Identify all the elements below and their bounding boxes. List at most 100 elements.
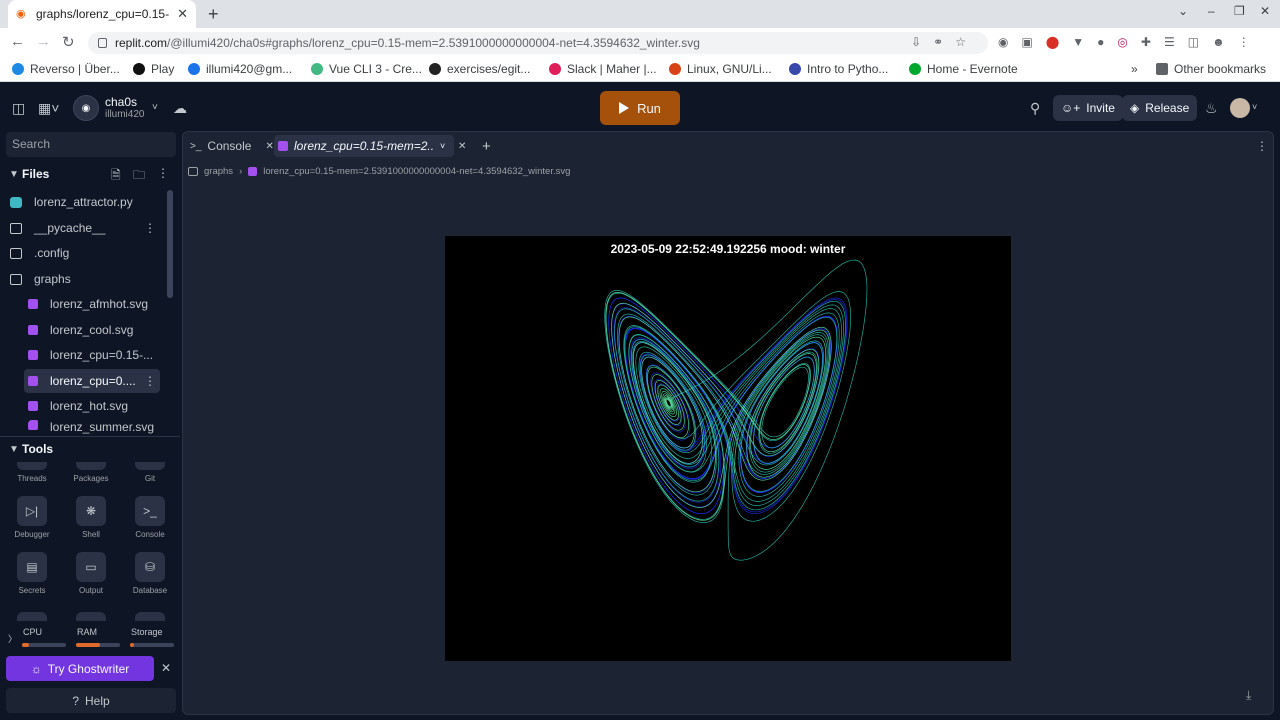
try-ghostwriter-button[interactable]: ☼ Try Ghostwriter bbox=[6, 656, 154, 681]
browser-tab[interactable]: ◉ graphs/lorenz_cpu=0.15- ✕ bbox=[8, 0, 196, 28]
tool-console[interactable]: >_ Console bbox=[130, 496, 170, 539]
new-folder-icon[interactable]: 🗀 bbox=[133, 166, 145, 187]
new-file-icon[interactable]: 🗎 bbox=[111, 166, 121, 187]
forward-icon[interactable]: → bbox=[36, 33, 51, 50]
extension-icon[interactable]: ◉ bbox=[998, 35, 1008, 49]
file-item[interactable]: lorenz_cpu=0.15-... bbox=[28, 343, 160, 367]
run-button[interactable]: Run bbox=[600, 91, 680, 125]
tool-database[interactable]: ⛁ Database bbox=[130, 552, 170, 595]
tool-threads[interactable]: Threads bbox=[12, 462, 52, 483]
tool-output[interactable]: ▭ Output bbox=[71, 552, 111, 595]
maximize-icon[interactable]: ❐ bbox=[1234, 4, 1245, 18]
search-icon[interactable]: ⚲ bbox=[1030, 100, 1040, 117]
cloud-icon: ☁ bbox=[173, 100, 187, 116]
url-path: /@illumi420/cha0s#graphs/lorenz_cpu=0.15… bbox=[167, 36, 700, 50]
tool-more[interactable] bbox=[130, 612, 170, 621]
bookmark-item[interactable]: Reverso | Über... bbox=[12, 62, 120, 76]
extension-icon[interactable]: ◎ bbox=[1117, 35, 1127, 49]
tab-close-icon[interactable]: ✕ bbox=[177, 6, 188, 22]
more-icon[interactable]: ⋮ bbox=[157, 166, 169, 180]
user-avatar[interactable] bbox=[1230, 98, 1250, 118]
file-item[interactable]: lorenz_attractor.py bbox=[10, 190, 164, 214]
bookmark-item[interactable]: Play bbox=[133, 62, 174, 76]
tool-debugger[interactable]: ▷| Debugger bbox=[12, 496, 52, 539]
puzzle-icon[interactable]: ✚ bbox=[1141, 35, 1151, 49]
pane-menu-icon[interactable]: ⋮ bbox=[1256, 135, 1268, 157]
bookmarks-overflow-icon[interactable]: » bbox=[1131, 62, 1138, 76]
file-item[interactable]: lorenz_summer.svg bbox=[28, 420, 160, 434]
file-item[interactable]: lorenz_hot.svg bbox=[28, 394, 160, 418]
tool-packages[interactable]: Packages bbox=[71, 462, 111, 483]
back-icon[interactable]: ← bbox=[10, 33, 25, 50]
invite-button[interactable]: ☺+ Invite bbox=[1053, 95, 1123, 121]
chevron-right-icon[interactable]: 〉 bbox=[8, 632, 17, 645]
other-bookmarks[interactable]: Other bookmarks bbox=[1156, 62, 1266, 76]
chevron-down-icon[interactable]: ˅ bbox=[440, 141, 445, 151]
repl-name[interactable]: cha0s bbox=[105, 95, 137, 109]
tab-search-icon[interactable]: ⌄ bbox=[1178, 4, 1188, 18]
new-tab-icon[interactable]: + bbox=[208, 4, 219, 25]
minimize-icon[interactable]: – bbox=[1208, 4, 1215, 18]
scrollbar[interactable] bbox=[167, 190, 173, 298]
replit-logo-icon[interactable]: ▦˅ bbox=[38, 100, 59, 117]
bookmark-item[interactable]: Intro to Pytho... bbox=[789, 62, 888, 76]
caret-down-icon[interactable]: ▼ bbox=[9, 444, 19, 455]
svg-file-icon bbox=[28, 299, 38, 309]
tool-shell[interactable]: ❋ Shell bbox=[71, 496, 111, 539]
tab-file[interactable]: lorenz_cpu=0.15-mem=2.... ˅ bbox=[274, 135, 454, 157]
download-icon[interactable]: ⤓ bbox=[1246, 688, 1251, 703]
adblock-icon[interactable]: ⬤ bbox=[1046, 35, 1059, 49]
bookmark-icon bbox=[549, 63, 561, 75]
omnibox-actions[interactable]: ⇩⚭☆ bbox=[911, 35, 978, 49]
breadcrumb-folder[interactable]: graphs bbox=[204, 166, 233, 177]
attractor-segment bbox=[670, 259, 868, 561]
close-icon[interactable]: ✕ bbox=[161, 661, 171, 675]
bookmark-item[interactable]: Slack | Maher |... bbox=[549, 62, 657, 76]
share-icon[interactable]: ⚭ bbox=[933, 35, 955, 49]
reload-icon[interactable]: ↻ bbox=[62, 33, 75, 51]
file-item-active[interactable]: lorenz_cpu=0.... ⋮ bbox=[24, 369, 160, 393]
side-panel-icon[interactable]: ◫ bbox=[1188, 35, 1199, 49]
menu-icon[interactable]: ⋮ bbox=[1238, 35, 1250, 49]
bookmark-item[interactable]: Home - Evernote bbox=[909, 62, 1018, 76]
bookmark-star-icon[interactable]: ☆ bbox=[955, 35, 978, 49]
extensions-bar: ◉ ▣ ⬤ ▼ ● ◎ ✚ ☰ ◫ ☻ ⋮ bbox=[998, 35, 1250, 49]
extension-icon[interactable]: ▼ bbox=[1072, 35, 1084, 49]
file-item[interactable]: lorenz_afmhot.svg bbox=[28, 292, 160, 316]
chevron-down-icon[interactable]: ˅ bbox=[1252, 102, 1257, 112]
sidebar-toggle-icon[interactable]: ◫ bbox=[12, 100, 25, 117]
window-close-icon[interactable]: ✕ bbox=[1260, 4, 1270, 18]
repl-avatar[interactable]: ◉ bbox=[73, 95, 99, 121]
bookmark-item[interactable]: exercises/egit... bbox=[429, 62, 530, 76]
chevron-down-icon[interactable]: ˅ bbox=[152, 102, 158, 113]
caret-down-icon[interactable]: ▼ bbox=[9, 169, 19, 180]
tool-more[interactable] bbox=[12, 612, 52, 621]
address-bar[interactable]: replit.com /@illumi420/cha0s#graphs/lore… bbox=[88, 32, 988, 54]
close-tab-icon[interactable]: ✕ bbox=[458, 135, 466, 157]
tool-more[interactable] bbox=[71, 612, 111, 621]
help-button[interactable]: ? Help bbox=[6, 688, 176, 713]
reading-list-icon[interactable]: ☰ bbox=[1164, 35, 1175, 49]
more-icon[interactable]: ⋮ bbox=[144, 374, 156, 388]
install-icon[interactable]: ⇩ bbox=[911, 35, 933, 49]
folder-item[interactable]: __pycache__ ⋮ bbox=[10, 216, 160, 240]
tool-secrets[interactable]: ▤ Secrets bbox=[12, 552, 52, 595]
bookmark-item[interactable]: Linux, GNU/Li... bbox=[669, 62, 772, 76]
debugger-icon: ▷| bbox=[17, 496, 47, 526]
bookmark-item[interactable]: illumi420@gm... bbox=[188, 62, 292, 76]
tool-git[interactable]: Git bbox=[130, 462, 170, 483]
folder-item[interactable]: .config bbox=[10, 241, 164, 265]
release-button[interactable]: ◈ Release bbox=[1122, 95, 1198, 121]
folder-item[interactable]: graphs bbox=[10, 267, 164, 291]
profile-icon[interactable]: ☻ bbox=[1212, 35, 1225, 49]
file-item[interactable]: lorenz_cool.svg bbox=[28, 318, 160, 342]
bookmark-item[interactable]: Vue CLI 3 - Cre... bbox=[311, 62, 422, 76]
add-tab-icon[interactable]: + bbox=[482, 135, 491, 157]
more-icon[interactable]: ⋮ bbox=[144, 221, 156, 235]
tab-console[interactable]: >_ Console ✕ bbox=[190, 135, 274, 157]
extension-icon[interactable]: ▣ bbox=[1021, 35, 1032, 49]
extension-icon[interactable]: ● bbox=[1097, 35, 1104, 49]
search-input[interactable]: Search bbox=[6, 132, 176, 157]
bell-icon[interactable]: ♨ bbox=[1205, 100, 1218, 117]
close-icon[interactable]: ✕ bbox=[265, 141, 273, 152]
